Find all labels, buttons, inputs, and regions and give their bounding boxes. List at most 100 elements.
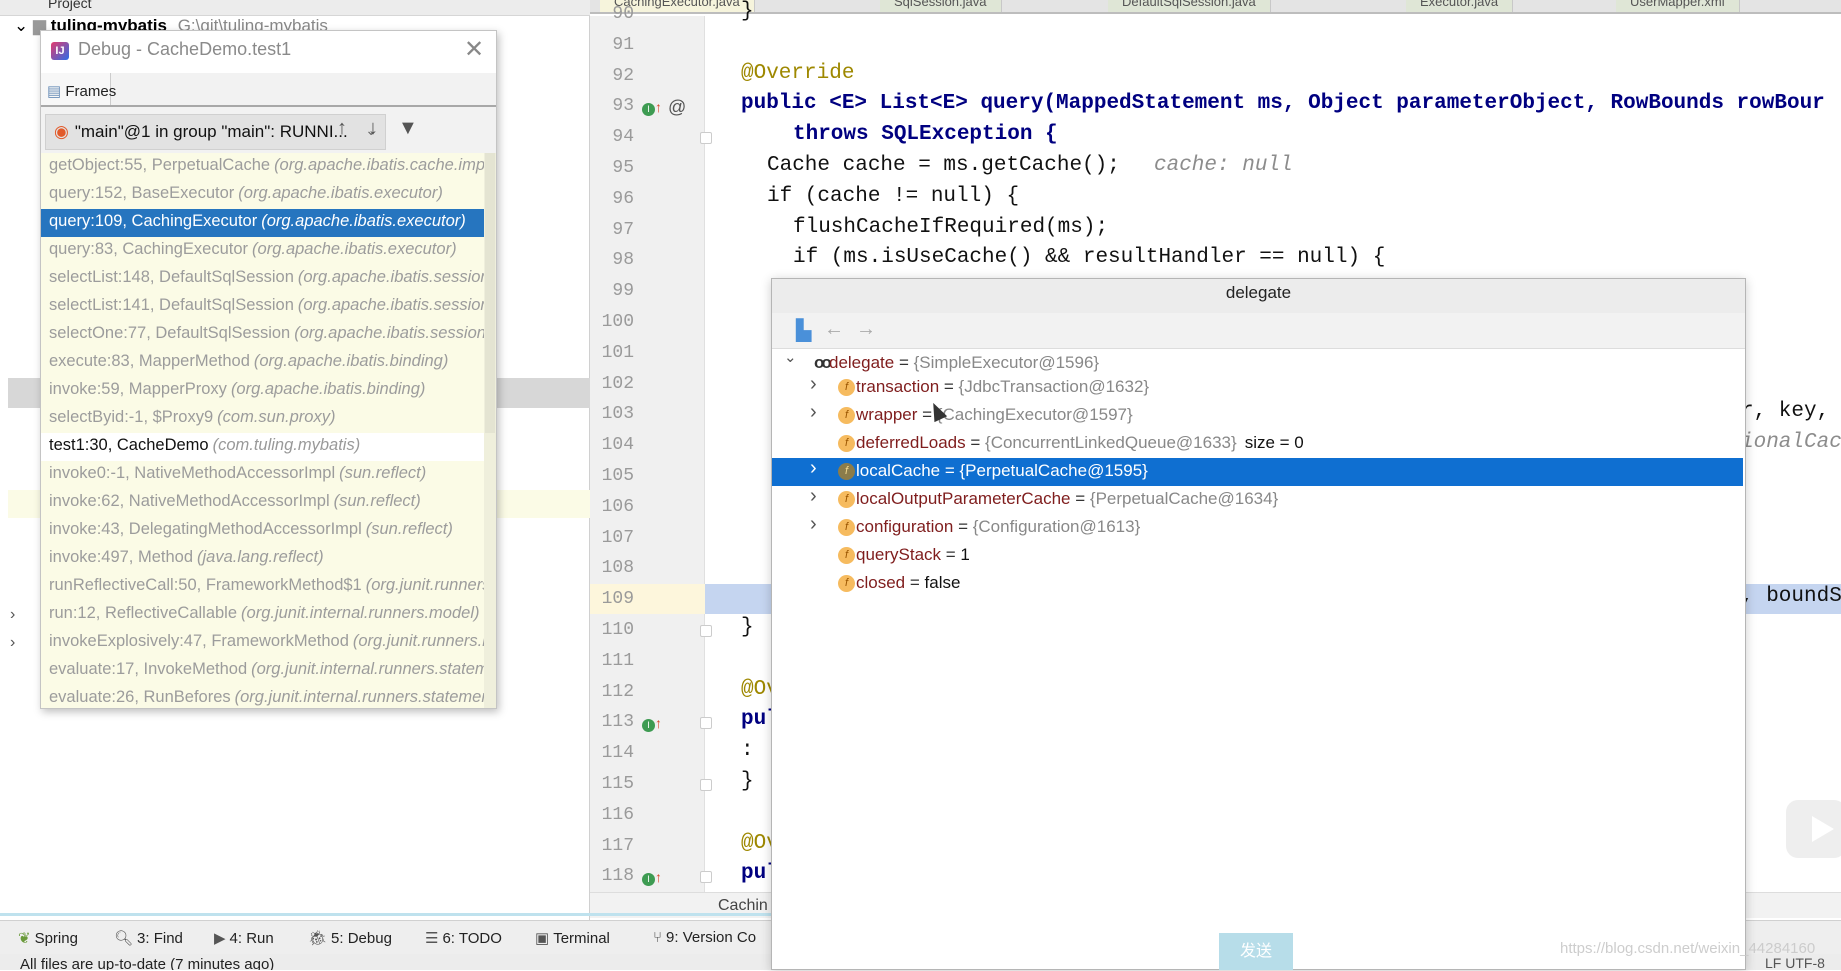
frame-item[interactable]: selectList:148, DefaultSqlSession (org.ap… <box>41 265 484 293</box>
frame-package: (org.apache.ibatis.session.defaults) <box>297 296 484 314</box>
line-separator-encoding[interactable]: LF UTF-8 <box>1765 955 1825 971</box>
fold-marker-icon[interactable] <box>700 132 712 145</box>
code-line[interactable]: if (cache != null) { <box>767 185 1019 208</box>
arrow-up-icon[interactable]: ↑ <box>337 117 347 140</box>
popup-title[interactable]: delegate <box>772 279 1745 313</box>
field-value: {ConcurrentLinkedQueue@1633} <box>985 433 1237 452</box>
close-icon[interactable]: ✕ <box>464 35 484 64</box>
toolwindow-spring[interactable]: ❦ Spring <box>18 929 78 947</box>
field-row[interactable]: › f localCache = {PerpetualCache@1595} <box>772 457 1743 486</box>
equals: = <box>939 377 959 396</box>
code-line[interactable]: r, key, <box>1741 400 1829 423</box>
chevron-right-icon[interactable]: › <box>810 513 817 536</box>
field-name: localOutputParameterCache <box>856 489 1071 508</box>
line-number: 105 <box>601 466 634 486</box>
inline-debug-value: cache: null <box>1154 154 1293 177</box>
fold-marker-icon[interactable] <box>700 871 712 884</box>
field-row[interactable]: f queryStack = 1 <box>772 542 1743 570</box>
line-number: 99 <box>612 281 634 302</box>
toolwindow-todo[interactable]: ☰ 6: TODO <box>425 929 502 947</box>
code-line[interactable]: Cache cache = ms.getCache(); <box>767 154 1120 177</box>
forward-arrow-icon[interactable]: → <box>856 318 876 341</box>
fold-marker-icon[interactable] <box>700 779 712 791</box>
frame-method: execute:83, MapperMethod <box>49 352 250 370</box>
chevron-right-icon[interactable]: › <box>10 634 15 652</box>
frame-item[interactable]: runReflectiveCall:50, FrameworkMethod$1(… <box>41 573 484 601</box>
field-row[interactable]: › f transaction = {JdbcTransaction@1632} <box>772 373 1743 402</box>
frame-item[interactable]: selectByid:-1, $Proxy9 (com.sun.proxy) <box>41 405 484 433</box>
toolwindow-terminal[interactable]: ▣ Terminal <box>535 929 610 947</box>
fold-marker-icon[interactable] <box>700 625 712 637</box>
open-in-watches-icon[interactable]: ▙ <box>796 318 811 343</box>
frame-item[interactable]: evaluate:17, InvokeMethod (org.junit.inte… <box>41 657 484 685</box>
toolwindow-version-control[interactable]: ⑂ 9: Version Co <box>653 929 756 946</box>
filter-icon[interactable]: ▼ <box>398 117 418 140</box>
chevron-right-icon[interactable]: › <box>810 457 817 480</box>
code-line[interactable]: @Override <box>741 62 854 85</box>
frame-method: query:109, CachingExecutor <box>49 212 258 230</box>
editor-tab[interactable]: DefaultSqlSession.java <box>1108 0 1271 12</box>
frame-item[interactable]: run:12, ReflectiveCallable (org.junit.int… <box>41 601 484 629</box>
chevron-right-icon[interactable]: › <box>810 485 817 508</box>
editor-tab[interactable]: SqlSession.java <box>880 0 1002 12</box>
frame-item[interactable]: test1:30, CacheDemo (com.tuling.mybatis) <box>41 433 484 461</box>
code-line[interactable]: : <box>741 739 754 762</box>
field-row[interactable]: › f configuration = {Configuration@1613} <box>772 513 1743 542</box>
frame-method: getObject:55, PerpetualCache <box>49 156 271 174</box>
editor-tab[interactable]: Executor.java <box>1406 0 1514 12</box>
chevron-down-icon[interactable]: ⌄ <box>784 348 797 366</box>
code-line[interactable]: if (ms.isUseCache() && resultHandler == … <box>793 246 1385 269</box>
field-row[interactable]: f deferredLoads = {ConcurrentLinkedQueue@… <box>772 430 1743 458</box>
frame-item[interactable]: invokeExplosively:47, FrameworkMethod (or… <box>41 629 484 657</box>
frame-item[interactable]: invoke:497, Method (java.lang.reflect) <box>41 545 484 573</box>
implements-icon[interactable]: I ↑ <box>642 869 662 887</box>
chevron-down-icon[interactable]: ⌄ <box>14 16 28 35</box>
toolwindow-find[interactable]: 🔍︎ 3: Find <box>114 929 183 947</box>
chevron-right-icon[interactable]: › <box>810 373 817 396</box>
chevron-right-icon[interactable]: › <box>810 401 817 424</box>
field-row[interactable]: › f localOutputParameterCache = {Perpetual… <box>772 485 1743 514</box>
frame-item[interactable]: invoke:43, DelegatingMethodAccessorImpl(… <box>41 517 484 545</box>
code-line[interactable]: } <box>741 770 754 793</box>
video-play-button[interactable] <box>1786 800 1841 858</box>
thread-selector[interactable]: ◉ "main"@1 in group "main": RUNNI... ⌄ <box>45 114 386 150</box>
code-line[interactable]: throws SQLException { <box>793 123 1058 146</box>
frame-item[interactable]: execute:83, MapperMethod (org.apache.ibat… <box>41 349 484 377</box>
implements-icon[interactable]: I ↑ <box>642 99 662 117</box>
field-icon: f <box>838 547 855 564</box>
frame-item[interactable]: selectOne:77, DefaultSqlSession (org.apac… <box>41 321 484 349</box>
field-row[interactable]: › f wrapper = {CachingExecutor@1597} <box>772 401 1743 430</box>
code-line[interactable]: } <box>741 0 754 23</box>
send-button[interactable]: 发送 <box>1219 933 1293 970</box>
editor-tab[interactable]: UserMapper.xml <box>1616 0 1740 12</box>
fold-marker-icon[interactable] <box>700 717 712 730</box>
code-line[interactable]: ionalCac <box>1741 431 1841 454</box>
toolwindow-run[interactable]: ▶ 4: Run <box>214 929 274 947</box>
back-arrow-icon[interactable]: ← <box>824 318 844 341</box>
frame-item[interactable]: invoke:59, MapperProxy (org.apache.ibatis… <box>41 377 484 405</box>
code-line[interactable]: } <box>741 616 754 639</box>
terminal-icon: ▣ <box>535 930 550 947</box>
watermark: https://blog.csdn.net/weixin_44284160 <box>1560 940 1816 957</box>
scrollbar-thumb[interactable] <box>485 153 495 433</box>
frame-item[interactable]: query:152, BaseExecutor (org.apache.ibati… <box>41 181 484 209</box>
arrow-down-icon[interactable]: ↓ <box>368 117 378 140</box>
equals: = <box>965 433 986 452</box>
frame-item[interactable]: evaluate:26, RunBefores (org.junit.intern… <box>41 685 484 708</box>
toolwindow-debug[interactable]: 🐞︎ 5: Debug <box>308 929 392 947</box>
frame-item[interactable]: getObject:55, PerpetualCache (org.apache.… <box>41 153 484 181</box>
code-line[interactable]: public <E> List<E> query(MappedStatement… <box>741 92 1825 115</box>
code-line[interactable]: , boundS <box>1741 585 1841 608</box>
implements-icon[interactable]: I ↑ <box>642 715 662 733</box>
frame-item[interactable]: selectList:141, DefaultSqlSession (org.ap… <box>41 293 484 321</box>
frame-item[interactable]: query:83, CachingExecutor (org.apache.iba… <box>41 237 484 265</box>
field-value: {Configuration@1613} <box>972 517 1141 536</box>
chevron-right-icon[interactable]: › <box>10 606 15 624</box>
equals: = <box>940 461 960 480</box>
frame-item[interactable]: invoke:62, NativeMethodAccessorImpl (sun.… <box>41 489 484 517</box>
field-row[interactable]: f closed = false <box>772 570 1743 598</box>
frame-item[interactable]: query:109, CachingExecutor (org.apache.ib… <box>41 209 484 237</box>
frame-item[interactable]: invoke0:-1, NativeMethodAccessorImpl (sun… <box>41 461 484 489</box>
code-line[interactable]: flushCacheIfRequired(ms); <box>793 216 1108 239</box>
tab-frames[interactable]: ▤ Frames <box>41 73 116 105</box>
